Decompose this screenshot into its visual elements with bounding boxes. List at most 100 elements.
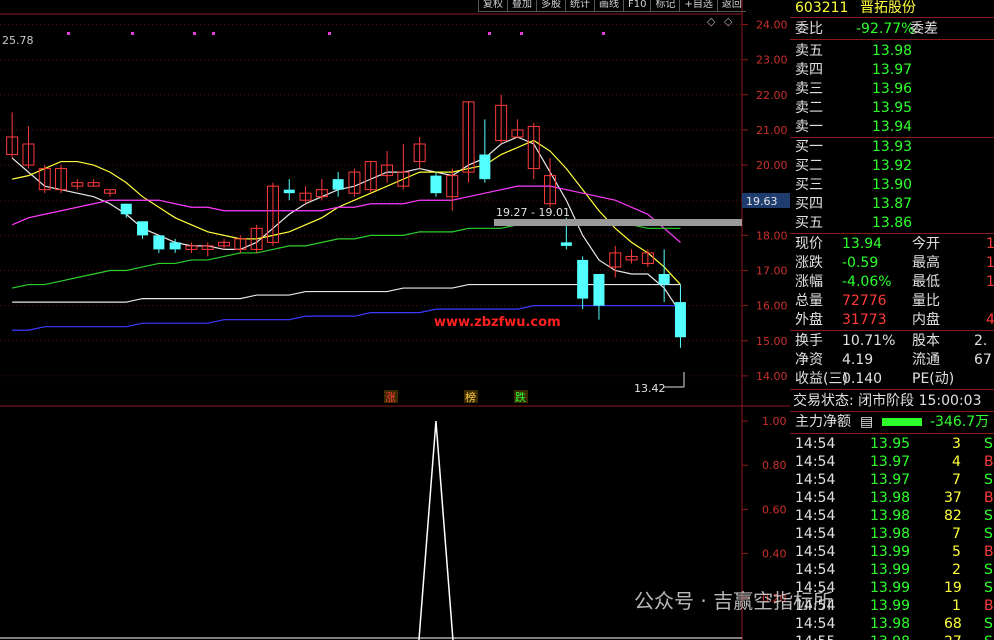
- tick-row-cell: 27: [944, 633, 962, 640]
- candle-body: [137, 221, 149, 236]
- toolbar-button-0[interactable]: 复权: [478, 0, 507, 12]
- toolbar-button-5[interactable]: F10: [623, 0, 651, 12]
- ask-row-cell: 13.95: [872, 100, 913, 116]
- marker-dot: [488, 32, 491, 35]
- candle-body: [283, 189, 295, 194]
- tick-row-cell: 82: [944, 508, 962, 524]
- y-tick-label: 22.00: [756, 89, 788, 102]
- stat-row-cell: 内盘: [912, 312, 940, 328]
- tick-row-cell: 2: [952, 562, 961, 578]
- bid-row: 买五 13.86: [790, 214, 994, 233]
- diamond-icon: ◇: [707, 15, 716, 28]
- toolbar-button-8[interactable]: 返回: [716, 0, 746, 12]
- weibi-row-cell: -92.77%: [856, 21, 915, 37]
- tick-row-cell: S: [984, 580, 993, 596]
- stat-row-cell: 1: [986, 255, 994, 271]
- tick-row-cell: 13.97: [870, 472, 911, 488]
- main-flow-row-cell: ▤: [860, 414, 874, 430]
- stat-row-cell: 量比: [912, 293, 940, 309]
- tick-row-cell: S: [984, 508, 993, 524]
- tick-row-cell: S: [984, 436, 993, 452]
- tick-row-cell: 14:54: [795, 544, 836, 560]
- bid-row: 买二 13.92: [790, 157, 994, 176]
- marker-dot: [328, 32, 331, 35]
- bid-row-cell: 买一: [795, 139, 823, 155]
- stat-row-cell: 今开: [912, 236, 940, 252]
- ask-row-cell: 13.97: [872, 62, 913, 78]
- stat-row-cell: 涨跌: [795, 255, 823, 271]
- price-high-label: 25.78: [2, 34, 34, 47]
- stat2-row-cell: 67: [974, 352, 992, 368]
- stock-title: 603211 晋拓股份: [790, 0, 994, 18]
- candle-body: [577, 259, 589, 299]
- tick-row-cell: 68: [944, 616, 962, 632]
- stat2-row-cell: 净资: [795, 352, 823, 368]
- tick-row-cell: S: [984, 472, 993, 488]
- y-tick-label: 16.00: [756, 300, 788, 313]
- tick-row: 14:54 13.98 82 S: [790, 507, 994, 526]
- stat-row-cell: -4.06%: [842, 274, 892, 290]
- current-price-tag: 19.63: [746, 195, 778, 208]
- bid-row: 买一 13.93: [790, 138, 994, 157]
- bid-row-cell: 买五: [795, 215, 823, 231]
- stat2-row-cell: 4.19: [842, 352, 874, 368]
- tick-row-cell: 13.99: [870, 598, 911, 614]
- stat-row-cell: 现价: [795, 236, 823, 252]
- candle-body: [332, 179, 344, 190]
- tick-row-cell: B: [984, 490, 994, 506]
- ask-row: 卖一 13.94: [790, 118, 994, 137]
- toolbar-button-3[interactable]: 统计: [565, 0, 594, 12]
- sub-tick-label: 0.40: [762, 548, 787, 561]
- stat2-row-cell: 收益(三): [795, 371, 848, 387]
- wechat-watermark: 公众号 · 吉赢空指标所: [634, 589, 834, 613]
- stat-row-cell: 最高: [912, 255, 940, 271]
- candle-body: [658, 274, 670, 285]
- toolbar-button-7[interactable]: +自选: [679, 0, 717, 12]
- tick-row-cell: 13.98: [870, 616, 911, 632]
- stat-row-cell: 72776: [842, 293, 887, 309]
- stat-row: 总量 72776 量比: [790, 292, 994, 311]
- sub-tick-label: 1.00: [762, 415, 787, 428]
- y-tick-label: 18.00: [756, 229, 788, 242]
- tick-row-cell: 14:54: [795, 508, 836, 524]
- panel-separator: [790, 389, 994, 390]
- panel-separator: [790, 233, 994, 234]
- stat-row-cell: 4: [986, 312, 994, 328]
- candle-body: [593, 274, 605, 306]
- main-flow-row-cell: 主力净额: [795, 414, 851, 430]
- bid-row-cell: 买二: [795, 158, 823, 174]
- panel-separator: [790, 39, 994, 40]
- tick-row: 14:54 13.97 7 S: [790, 471, 994, 490]
- main-flow-bar: [882, 418, 922, 426]
- tick-row-cell: 14:54: [795, 616, 836, 632]
- bid-row: 买四 13.87: [790, 195, 994, 214]
- stat-row-cell: 1: [986, 274, 994, 290]
- low-annotation: 13.42: [634, 382, 666, 395]
- tick-row-cell: 7: [952, 526, 961, 542]
- panel-separator: [790, 433, 994, 434]
- bid-row-cell: 13.86: [872, 215, 913, 231]
- toolbar-button-2[interactable]: 多股: [536, 0, 565, 12]
- badge-0: 涨: [385, 391, 396, 404]
- toolbar-button-1[interactable]: 叠加: [507, 0, 536, 12]
- bid-row-cell: 13.87: [872, 196, 913, 212]
- candle-body: [479, 154, 491, 180]
- toolbar-button-6[interactable]: 标记: [650, 0, 680, 12]
- tick-row: 14:54 13.98 68 S: [790, 615, 994, 634]
- ask-row-cell: 卖五: [795, 43, 823, 59]
- stat2-row: 换手 10.71% 股本 2.: [790, 332, 994, 351]
- stat-row-cell: 1: [986, 236, 994, 252]
- stat-row-cell: 13.94: [842, 236, 883, 252]
- stat-row-cell: -0.59: [842, 255, 879, 271]
- tick-row-cell: B: [984, 454, 994, 470]
- tick-row-cell: S: [984, 562, 993, 578]
- tick-row-cell: 13.97: [870, 454, 911, 470]
- kline-chart[interactable]: 24.0023.0022.0021.0020.0019.0018.0017.00…: [0, 0, 790, 640]
- tick-row-cell: 14:54: [795, 454, 836, 470]
- bid-row-cell: 13.93: [872, 139, 913, 155]
- tick-row-cell: 13.95: [870, 436, 911, 452]
- stat-row: 涨幅 -4.06% 最低 1: [790, 273, 994, 292]
- stat2-row: 收益(三) 0.140 PE(动): [790, 370, 994, 389]
- toolbar-button-4[interactable]: 画线: [594, 0, 623, 12]
- stat2-row: 净资 4.19 流通 67: [790, 351, 994, 370]
